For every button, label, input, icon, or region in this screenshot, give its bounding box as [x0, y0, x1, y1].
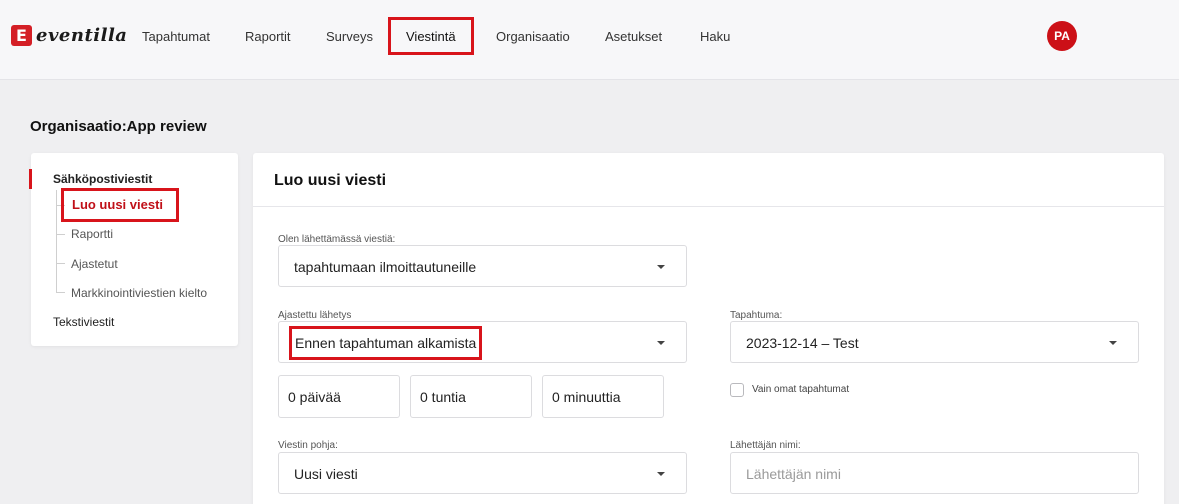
nav-tapahtumat[interactable]: Tapahtumat [142, 29, 210, 44]
sidebar-item-marketing-opt-out[interactable]: Markkinointiviestien kielto [71, 286, 207, 300]
eventilla-logo[interactable]: E eventilla [11, 25, 127, 46]
event-value: 2023-12-14 – Test [746, 335, 859, 351]
own-events-label: Vain omat tapahtumat [752, 384, 850, 395]
tree-branch [56, 263, 65, 264]
nav-viestinta[interactable]: Viestintä [388, 17, 474, 55]
scheduled-label: Ajastettu lähetys [278, 310, 352, 321]
sidebar-item-scheduled[interactable]: Ajastetut [71, 257, 118, 271]
tree-branch [56, 292, 65, 293]
sidebar-item-new-message[interactable]: Luo uusi viesti [61, 188, 179, 222]
sender-name-input[interactable]: Lähettäjän nimi [730, 452, 1139, 494]
minutes-input[interactable]: 0 minuuttia [542, 375, 664, 418]
caret-down-icon [1109, 341, 1117, 345]
caret-down-icon [657, 265, 665, 269]
messaging-sidebar: Sähköpostiviestit Luo uusi viesti Raport… [29, 153, 238, 346]
tree-branch [56, 234, 65, 235]
divider [253, 206, 1164, 207]
nav-haku[interactable]: Haku [700, 29, 730, 44]
hours-input[interactable]: 0 tuntia [410, 375, 532, 418]
eventilla-logo-icon: E [11, 25, 32, 46]
user-avatar[interactable]: PA [1047, 21, 1077, 51]
nav-asetukset[interactable]: Asetukset [605, 29, 662, 44]
sender-name-label: Lähettäjän nimi: [730, 440, 801, 451]
recipients-value: tapahtumaan ilmoittautuneille [294, 259, 477, 275]
schedule-select[interactable]: Ennen tapahtuman alkamista [278, 321, 687, 363]
sidebar-section-email[interactable]: Sähköpostiviestit [53, 172, 152, 186]
template-select[interactable]: Uusi viesti [278, 452, 687, 494]
template-label: Viestin pohja: [278, 440, 338, 451]
sidebar-item-report[interactable]: Raportti [71, 227, 113, 241]
nav-raportit[interactable]: Raportit [245, 29, 291, 44]
schedule-value: Ennen tapahtuman alkamista [289, 326, 483, 360]
caret-down-icon [657, 472, 665, 476]
card-title: Luo uusi viesti [274, 172, 387, 189]
new-message-card: Luo uusi viesti Olen lähettämässä viesti… [253, 153, 1164, 504]
logo-wordmark: eventilla [36, 25, 128, 46]
active-section-indicator [29, 169, 32, 189]
recipients-select[interactable]: tapahtumaan ilmoittautuneille [278, 245, 687, 287]
nav-organisaatio[interactable]: Organisaatio [496, 29, 570, 44]
days-input[interactable]: 0 päivää [278, 375, 400, 418]
sender-name-placeholder: Lähettäjän nimi [746, 466, 841, 482]
top-navigation-bar: E eventilla Tapahtumat Raportit Surveys … [0, 0, 1179, 80]
own-events-checkbox[interactable] [730, 383, 744, 397]
template-value: Uusi viesti [294, 466, 358, 482]
caret-down-icon [657, 341, 665, 345]
page-title: Organisaatio:App review [30, 118, 207, 135]
event-select[interactable]: 2023-12-14 – Test [730, 321, 1139, 363]
nav-surveys[interactable]: Surveys [326, 29, 373, 44]
recipients-label: Olen lähettämässä viestiä: [278, 234, 396, 245]
sidebar-section-sms[interactable]: Tekstiviestit [53, 315, 114, 329]
event-label: Tapahtuma: [730, 310, 783, 321]
